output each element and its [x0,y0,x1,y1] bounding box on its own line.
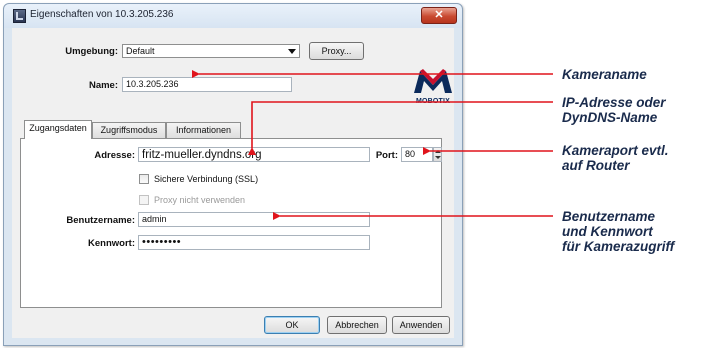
callout-adresse: IP-Adresse oder DynDNS-Name [562,95,666,125]
callout-kameraname: Kameraname [562,67,647,82]
tab-zugangsdaten[interactable]: Zugangsdaten [24,120,92,139]
callout-benutzer: Benutzername und Kennwort für Kamerazugr… [562,209,675,254]
callout-port: Kameraport evtl. auf Router [562,143,669,173]
arrow-adresse [248,101,553,155]
annotation-arrows [192,70,553,220]
